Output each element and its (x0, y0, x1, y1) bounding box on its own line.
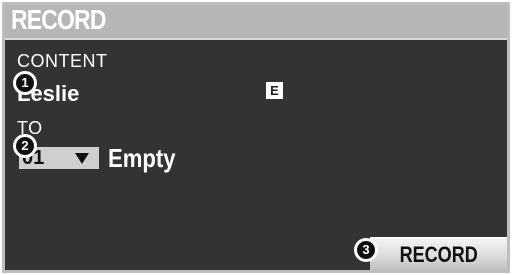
content-label: CONTENT (17, 51, 108, 71)
title-bar: RECORD (5, 5, 507, 40)
record-button-label: RECORD (399, 242, 479, 267)
callout-1-icon: 1 (14, 72, 36, 94)
edit-badge[interactable]: E (266, 82, 283, 99)
callout-3-icon: 3 (355, 239, 377, 261)
callout-2-icon: 2 (14, 135, 36, 157)
to-status: Empty (108, 143, 176, 173)
screen-title: RECORD (11, 4, 106, 35)
record-screen: RECORD CONTENT Leslie E TO 01 Empty RECO… (2, 2, 510, 273)
record-button[interactable]: RECORD (370, 237, 507, 270)
dropdown-arrow-icon (75, 153, 89, 164)
